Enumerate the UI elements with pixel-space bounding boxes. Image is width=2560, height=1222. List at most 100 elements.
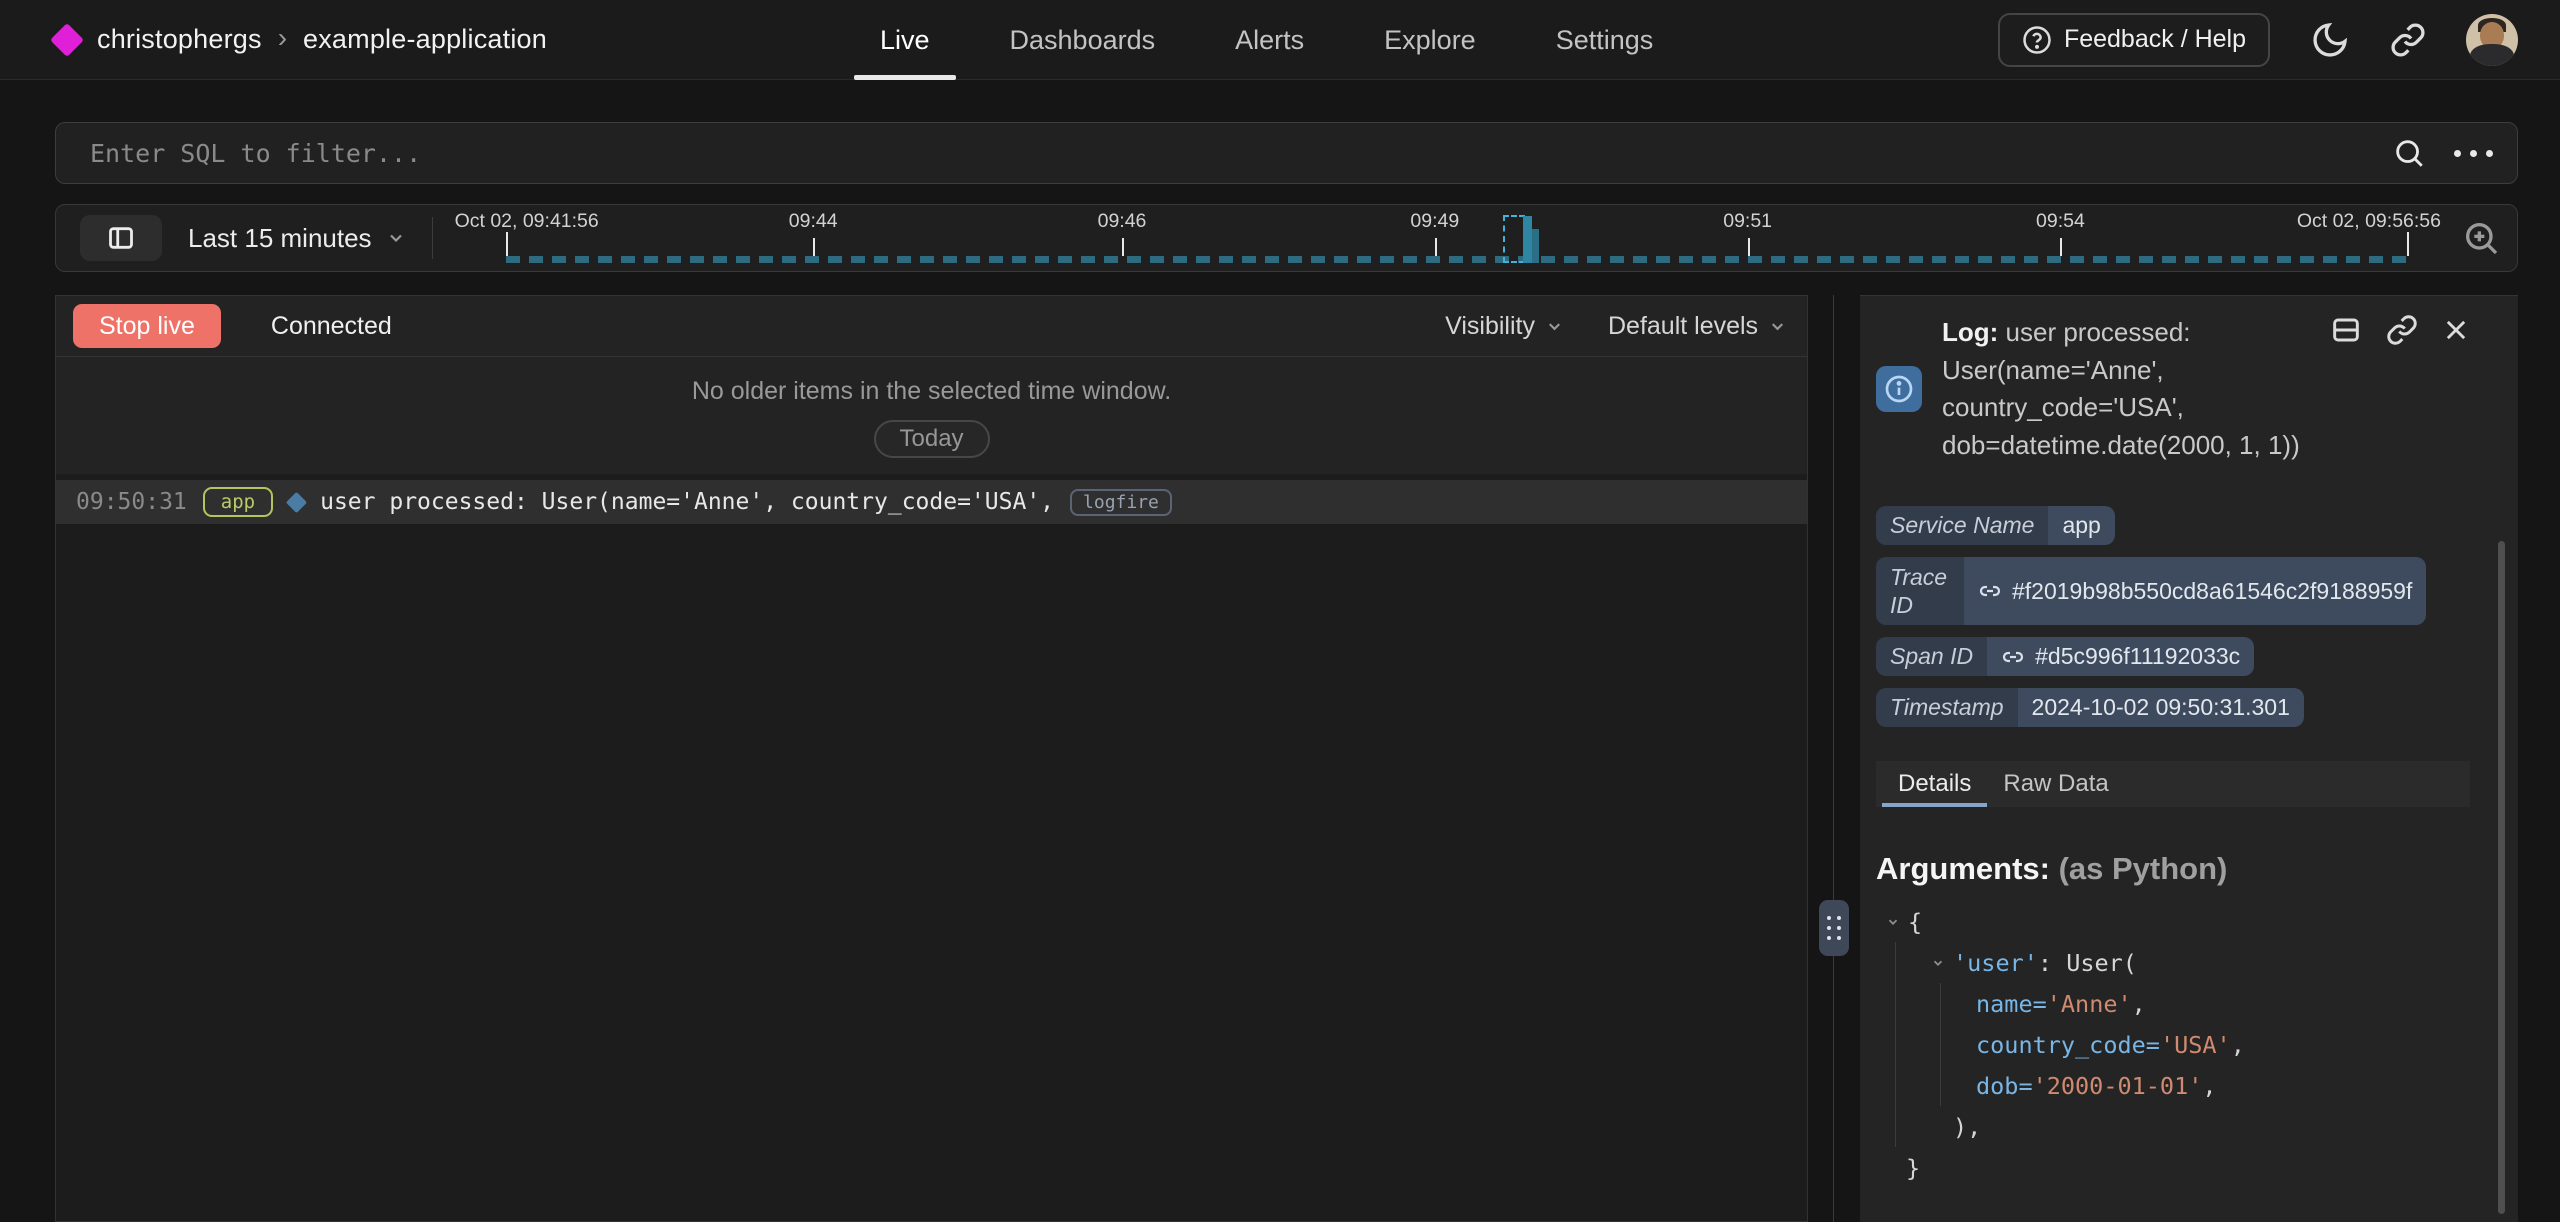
attribute-value[interactable]: #f2019b98b550cd8a61546c2f9188959f	[1964, 557, 2426, 625]
attribute-chip-service-name: Service Name app	[1876, 506, 2115, 545]
empty-window-notice: No older items in the selected time wind…	[56, 357, 1807, 474]
timeline-tick-label: 09:49	[1410, 210, 1459, 233]
detail-title: Log: user processed: User(name='Anne', c…	[1942, 314, 2330, 464]
logfire-logo-icon[interactable]	[50, 23, 84, 57]
log-level-diamond-icon	[286, 491, 307, 512]
timeline-spike-bar	[1523, 216, 1532, 263]
attribute-value: 2024-10-02 09:50:31.301	[2018, 688, 2304, 727]
breadcrumb-org[interactable]: christophergs	[97, 24, 262, 55]
span-id-value: #d5c996f11192033c	[2035, 643, 2240, 670]
time-range-dropdown[interactable]: Last 15 minutes	[188, 223, 406, 254]
timeline-start-label: Oct 02, 09:41:56	[455, 210, 599, 233]
sidebar-toggle-button[interactable]	[80, 215, 162, 261]
nav-tab-alerts[interactable]: Alerts	[1201, 0, 1338, 80]
timeline-tick-label: 09:44	[789, 210, 838, 233]
breadcrumb-project[interactable]: example-application	[303, 24, 547, 55]
time-range-label: Last 15 minutes	[188, 223, 372, 254]
code-line: name='Anne',	[1876, 983, 2470, 1024]
search-icon[interactable]	[2392, 136, 2426, 170]
log-message: user processed: User(name='Anne', countr…	[320, 489, 1054, 515]
attribute-label: Span ID	[1876, 637, 1987, 676]
primary-nav: Live Dashboards Alerts Explore Settings	[846, 0, 1687, 80]
detail-tabs: Details Raw Data	[1876, 761, 2470, 807]
timeline-tick	[1122, 238, 1124, 256]
log-row[interactable]: 09:50:31 app user processed: User(name='…	[56, 480, 1807, 524]
chevron-down-icon	[386, 228, 406, 248]
theme-moon-icon[interactable]	[2310, 20, 2350, 60]
stop-live-button[interactable]: Stop live	[73, 304, 221, 348]
default-levels-label: Default levels	[1608, 312, 1758, 341]
detail-title-kind: Log:	[1942, 317, 1998, 347]
nav-tab-dashboards[interactable]: Dashboards	[976, 0, 1190, 80]
timeline-end-label: Oct 02, 09:56:56	[2297, 210, 2441, 233]
feedback-help-button[interactable]: Feedback / Help	[1998, 13, 2270, 67]
nav-tab-live[interactable]: Live	[846, 0, 964, 80]
today-button[interactable]: Today	[874, 420, 990, 458]
info-icon	[1876, 366, 1922, 412]
span-detail-panel: Log: user processed: User(name='Anne', c…	[1860, 295, 2518, 1222]
top-nav: christophergs › example-application Live…	[0, 0, 2560, 80]
more-options-icon[interactable]	[2454, 150, 2493, 157]
arguments-code-tree: { 'user': User( name='Anne', country_cod…	[1876, 901, 2470, 1188]
nav-tab-settings[interactable]: Settings	[1522, 0, 1688, 80]
nav-tab-explore[interactable]: Explore	[1350, 0, 1510, 80]
visibility-dropdown[interactable]: Visibility	[1445, 312, 1564, 341]
breadcrumb: christophergs › example-application	[55, 24, 547, 56]
user-avatar[interactable]	[2466, 14, 2518, 66]
breadcrumb-separator: ›	[278, 22, 287, 54]
zoom-in-icon[interactable]	[2461, 218, 2501, 258]
close-icon[interactable]	[2442, 314, 2470, 346]
time-range-bar: Last 15 minutes Oct 02, 09:41:56 09:44 0…	[55, 204, 2518, 272]
tab-raw-data[interactable]: Raw Data	[1987, 761, 2124, 807]
timeline-tick	[506, 232, 508, 256]
timeline-spike[interactable]	[1503, 213, 1541, 263]
timeline-tick-label: 09:51	[1723, 210, 1772, 233]
arguments-heading-suffix: (as Python)	[2050, 851, 2227, 886]
timeline-tick	[1748, 238, 1750, 256]
help-circle-icon	[2022, 25, 2052, 55]
resizer-drag-handle[interactable]	[1819, 900, 1849, 956]
collapse-chevron-icon[interactable]	[1931, 956, 1953, 970]
attribute-value: app	[2048, 506, 2114, 545]
timeline-selection-box	[1503, 215, 1525, 263]
share-link-icon[interactable]	[2390, 22, 2426, 58]
attribute-label: Service Name	[1876, 506, 2048, 545]
log-list: No older items in the selected time wind…	[56, 357, 1807, 1221]
default-levels-dropdown[interactable]: Default levels	[1608, 312, 1787, 341]
live-log-panel: Stop live Connected Visibility Default l…	[55, 295, 1808, 1222]
panel-resizer	[1808, 295, 1860, 1222]
code-line: }	[1876, 1147, 2470, 1188]
trace-id-value: #f2019b98b550cd8a61546c2f9188959f	[2012, 578, 2412, 605]
detail-scrollbar[interactable]	[2498, 541, 2505, 1214]
arguments-heading-main: Arguments:	[1876, 851, 2050, 886]
arguments-heading: Arguments: (as Python)	[1876, 851, 2470, 887]
timeline-tick	[2407, 232, 2409, 256]
indent-guide	[1895, 942, 1896, 1147]
code-line: country_code='USA',	[1876, 1024, 2470, 1065]
collapse-chevron-icon[interactable]	[1886, 915, 1908, 929]
timeline-track[interactable]: Oct 02, 09:41:56 09:44 09:46 09:49 09:51…	[455, 208, 2447, 268]
scope-badge: logfire	[1070, 489, 1172, 516]
attribute-value[interactable]: #d5c996f11192033c	[1987, 637, 2254, 676]
copy-link-icon[interactable]	[2386, 314, 2418, 346]
sql-filter-input[interactable]	[90, 139, 2392, 168]
connection-status: Connected	[271, 312, 392, 341]
split-panel-icon[interactable]	[2330, 314, 2362, 346]
attribute-label: Timestamp	[1876, 688, 2018, 727]
timeline-tick	[1435, 238, 1437, 256]
timeline-spike-bar	[1532, 229, 1539, 263]
visibility-label: Visibility	[1445, 312, 1535, 341]
code-line: dob='2000-01-01',	[1876, 1065, 2470, 1106]
resizer-rail	[1833, 295, 1834, 1222]
code-line: ),	[1876, 1106, 2470, 1147]
tab-details[interactable]: Details	[1882, 761, 1987, 807]
chevron-down-icon	[1768, 317, 1787, 336]
trace-link-icon	[1978, 579, 2002, 603]
indent-guide	[1940, 983, 1941, 1106]
empty-message: No older items in the selected time wind…	[692, 377, 1171, 406]
attribute-label: Trace ID	[1876, 557, 1964, 625]
sql-filter-bar	[55, 122, 2518, 184]
timeline-tick	[2060, 238, 2062, 256]
service-badge: app	[203, 487, 273, 517]
attribute-chip-timestamp: Timestamp 2024-10-02 09:50:31.301	[1876, 688, 2304, 727]
